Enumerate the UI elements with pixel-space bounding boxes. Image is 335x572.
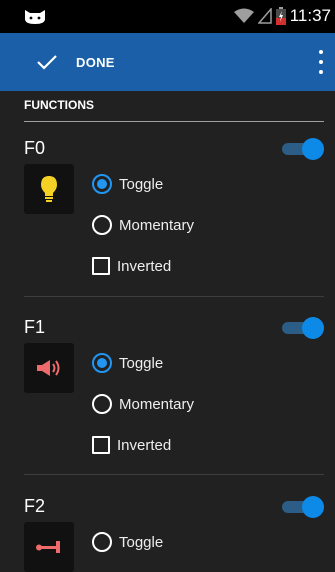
function-icon-button[interactable] bbox=[24, 343, 74, 393]
section-header: FUNCTIONS bbox=[24, 98, 324, 122]
radio-unselected-icon bbox=[92, 532, 112, 552]
action-bar: DONE bbox=[0, 33, 335, 91]
radio-unselected-icon bbox=[92, 215, 112, 235]
function-name: F1 bbox=[24, 317, 46, 337]
momentary-radio[interactable]: Momentary bbox=[92, 213, 194, 237]
cat-icon bbox=[25, 10, 45, 24]
option-label: Toggle bbox=[119, 175, 164, 193]
overflow-menu-icon[interactable] bbox=[313, 50, 329, 74]
option-label: Toggle bbox=[119, 533, 164, 551]
done-label: DONE bbox=[76, 54, 115, 70]
status-time: 11:37 bbox=[289, 6, 331, 25]
enable-switch[interactable] bbox=[280, 496, 324, 518]
signal-icon bbox=[257, 8, 272, 24]
checkbox-icon bbox=[92, 257, 110, 275]
toggle-radio[interactable]: Toggle bbox=[92, 172, 163, 196]
wifi-icon bbox=[233, 8, 254, 23]
battery-icon bbox=[275, 7, 286, 25]
coupler-icon bbox=[36, 541, 60, 553]
toggle-radio[interactable]: Toggle bbox=[92, 351, 163, 375]
function-f1: F1 Toggle Momentary Inverted bbox=[24, 317, 324, 467]
option-label: Toggle bbox=[119, 354, 164, 372]
enable-switch[interactable] bbox=[280, 317, 324, 339]
option-label: Momentary bbox=[119, 395, 195, 413]
status-bar: 11:37 bbox=[0, 0, 335, 33]
option-label: Inverted bbox=[117, 257, 172, 275]
horn-icon bbox=[37, 360, 60, 376]
divider bbox=[24, 296, 324, 297]
lightbulb-icon bbox=[41, 176, 57, 202]
inverted-checkbox[interactable]: Inverted bbox=[92, 254, 171, 278]
toggle-radio[interactable]: Toggle bbox=[92, 530, 163, 554]
function-icon-button[interactable] bbox=[24, 522, 74, 572]
function-name: F2 bbox=[24, 496, 46, 516]
radio-unselected-icon bbox=[92, 394, 112, 414]
function-f0: F0 Toggle Momentary Inverted bbox=[24, 138, 324, 288]
checkbox-icon bbox=[92, 436, 110, 454]
function-f2: F2 Toggle bbox=[24, 496, 324, 572]
function-icon-button[interactable] bbox=[24, 164, 74, 214]
inverted-checkbox[interactable]: Inverted bbox=[92, 433, 171, 457]
option-label: Momentary bbox=[119, 216, 195, 234]
option-label: Inverted bbox=[117, 436, 172, 454]
enable-switch[interactable] bbox=[280, 138, 324, 160]
momentary-radio[interactable]: Momentary bbox=[92, 392, 194, 416]
function-name: F0 bbox=[24, 138, 46, 158]
radio-selected-icon bbox=[92, 353, 112, 373]
divider bbox=[24, 474, 324, 475]
done-button[interactable]: DONE bbox=[36, 33, 115, 91]
check-icon bbox=[37, 55, 57, 70]
radio-selected-icon bbox=[92, 174, 112, 194]
